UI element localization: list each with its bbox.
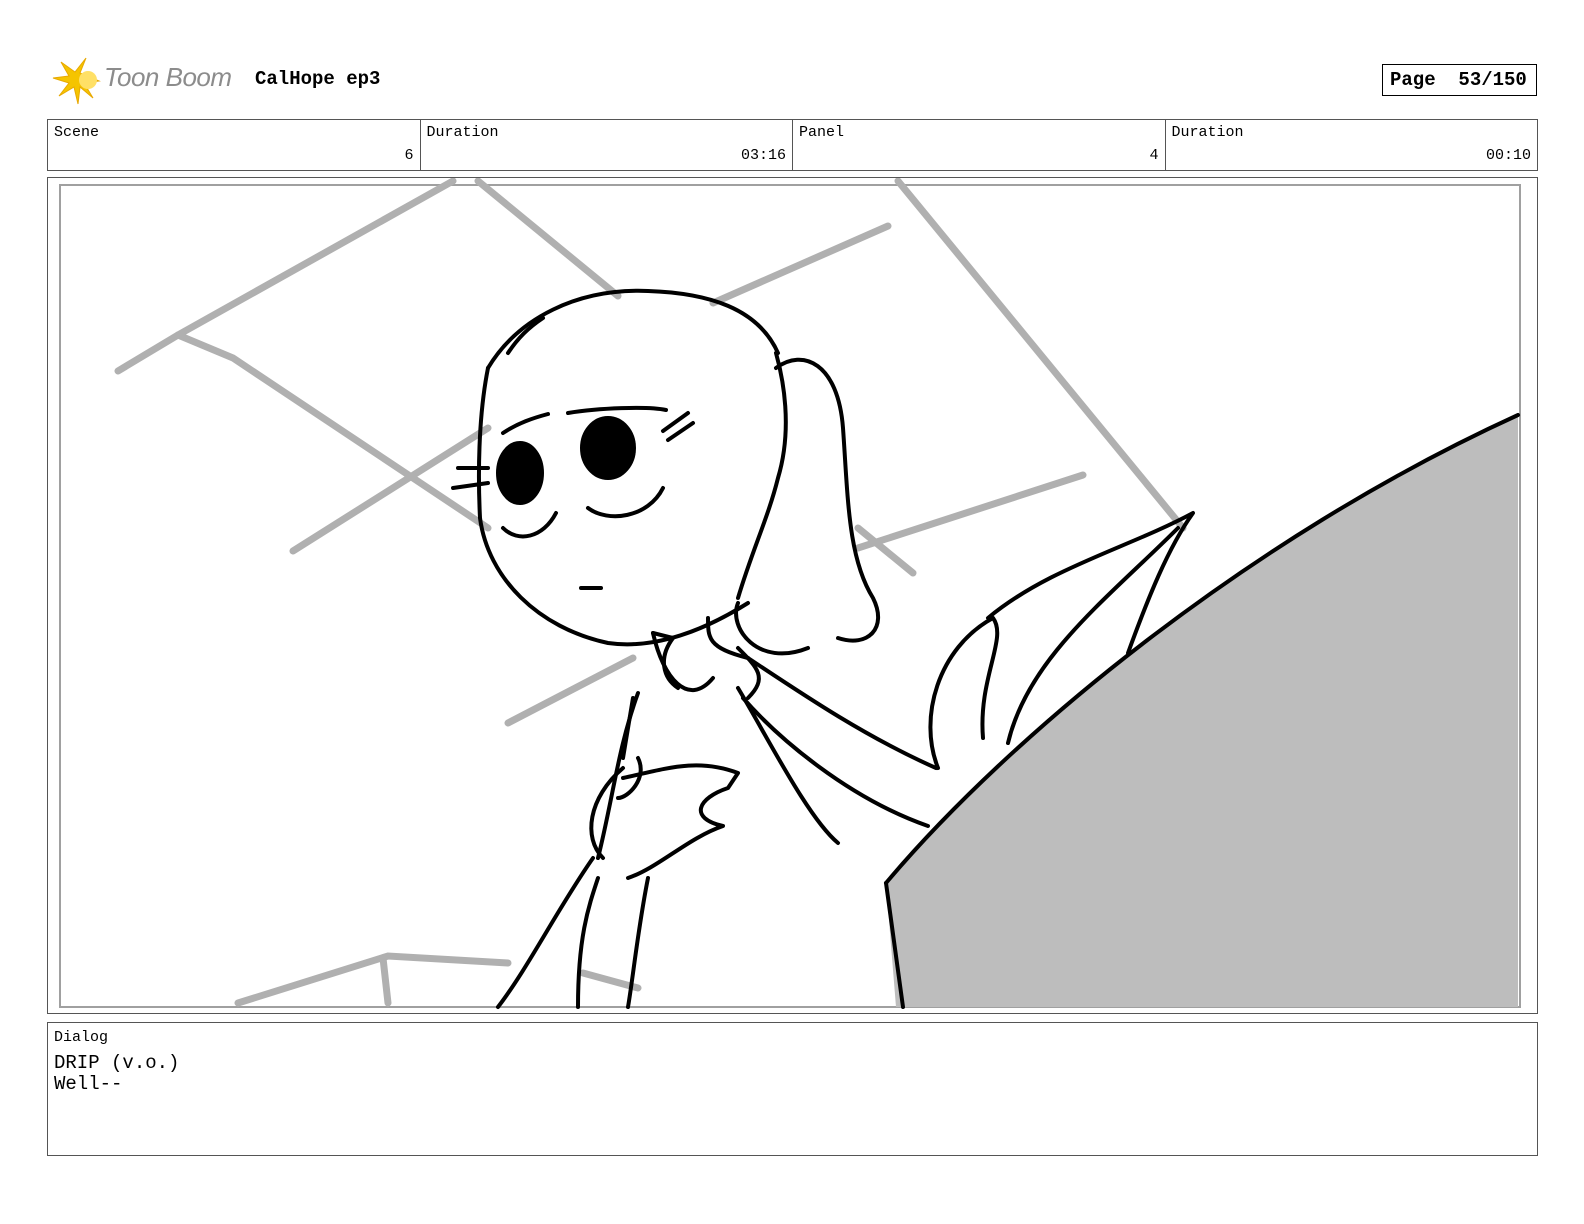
logo-text: Toon Boom [104, 62, 232, 92]
page-indicator: Page 53/150 [1382, 64, 1537, 96]
storyboard-sketch [59, 178, 1521, 1009]
info-row: Scene 6 Duration 03:16 Panel 4 Duration … [47, 119, 1538, 171]
panel-duration-cell: Duration 00:10 [1166, 120, 1538, 170]
starburst-icon [52, 57, 101, 105]
dialog-box: Dialog DRIP (v.o.) Well-- [47, 1022, 1538, 1156]
scene-value: 6 [404, 147, 414, 164]
scene-label: Scene [54, 124, 100, 141]
panel-duration-value: 00:10 [1485, 147, 1531, 164]
panel-cell: Panel 4 [793, 120, 1166, 170]
storyboard-panel [47, 177, 1538, 1014]
dialog-label: Dialog [54, 1029, 109, 1046]
dialog-speaker: DRIP (v.o.) [54, 1052, 180, 1074]
scene-cell: Scene 6 [48, 120, 421, 170]
panel-duration-label: Duration [1171, 124, 1244, 141]
page-number: 53/150 [1458, 69, 1527, 91]
scene-duration-label: Duration [426, 124, 499, 141]
panel-label: Panel [799, 124, 845, 141]
foreground-shape [886, 415, 1518, 1007]
scene-duration-value: 03:16 [740, 147, 786, 164]
panel-value: 4 [1149, 147, 1159, 164]
project-title: CalHope ep3 [255, 68, 381, 90]
toon-boom-logo: Toon Boom [52, 56, 237, 106]
dialog-line: Well-- [54, 1073, 123, 1095]
scene-duration-cell: Duration 03:16 [421, 120, 793, 170]
page-label: Page [1390, 69, 1436, 91]
